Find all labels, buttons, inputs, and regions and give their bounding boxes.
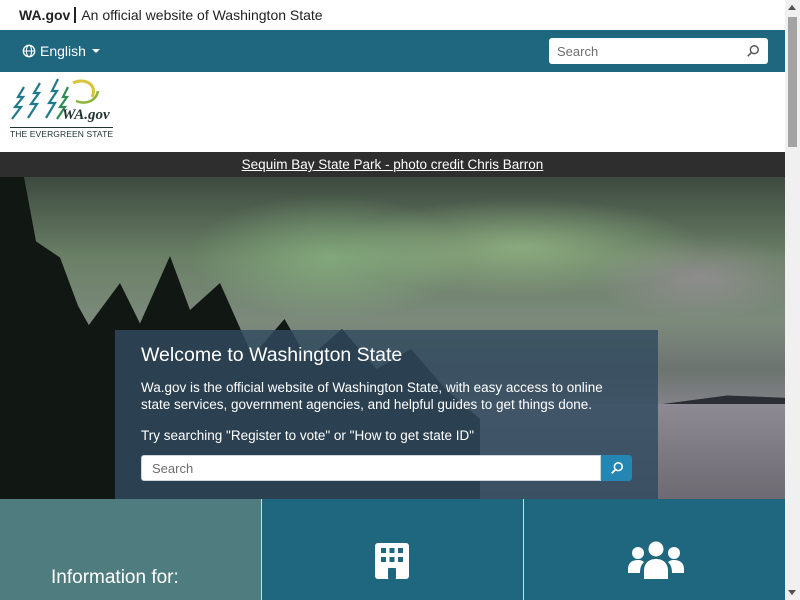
- search-icon: [610, 461, 623, 474]
- logo-wordmark: WA.gov: [62, 107, 110, 123]
- scroll-down-icon[interactable]: [788, 590, 796, 595]
- main-search: [141, 455, 632, 481]
- official-brand: WA.gov: [19, 7, 77, 23]
- globe-icon: [22, 44, 36, 58]
- logo-header: WA.gov THE EVERGREEN STATE: [0, 72, 785, 152]
- information-for-label: Information for:: [51, 567, 179, 588]
- people-tile[interactable]: [523, 499, 785, 600]
- welcome-title: Welcome to Washington State: [141, 344, 403, 366]
- language-label: English: [40, 43, 86, 59]
- main-search-button[interactable]: [601, 455, 632, 481]
- scroll-thumb[interactable]: [788, 17, 797, 147]
- photo-credit-bar: Sequim Bay State Park - photo credit Chr…: [0, 152, 785, 177]
- information-for-tile: Information for:: [0, 499, 261, 600]
- building-icon: [375, 543, 409, 579]
- business-tile[interactable]: [261, 499, 523, 600]
- logo-tagline: THE EVERGREEN STATE: [10, 127, 114, 139]
- welcome-card: Welcome to Washington State Wa.gov is th…: [115, 330, 658, 499]
- search-icon[interactable]: [746, 44, 760, 58]
- main-search-input[interactable]: [141, 455, 601, 481]
- utility-bar: English: [0, 30, 785, 72]
- hero-image: Welcome to Washington State Wa.gov is th…: [0, 177, 785, 499]
- official-site-banner: WA.gov An official website of Washington…: [0, 0, 785, 30]
- people-icon: [628, 541, 684, 579]
- header-search: [549, 38, 768, 64]
- search-suggestion: Try searching "Register to vote" or "How…: [141, 428, 475, 443]
- header-search-input[interactable]: [557, 43, 746, 59]
- page-scrollbar[interactable]: [785, 0, 800, 600]
- official-text: An official website of Washington State: [81, 7, 323, 23]
- scroll-up-icon[interactable]: [788, 5, 796, 10]
- language-selector[interactable]: English: [22, 43, 100, 59]
- welcome-description: Wa.gov is the official website of Washin…: [141, 380, 603, 412]
- wa-gov-logo[interactable]: WA.gov THE EVERGREEN STATE: [10, 77, 118, 141]
- audience-tiles: Information for:: [0, 499, 785, 600]
- caret-down-icon: [91, 49, 100, 53]
- photo-credit-link[interactable]: Sequim Bay State Park - photo credit Chr…: [242, 157, 544, 172]
